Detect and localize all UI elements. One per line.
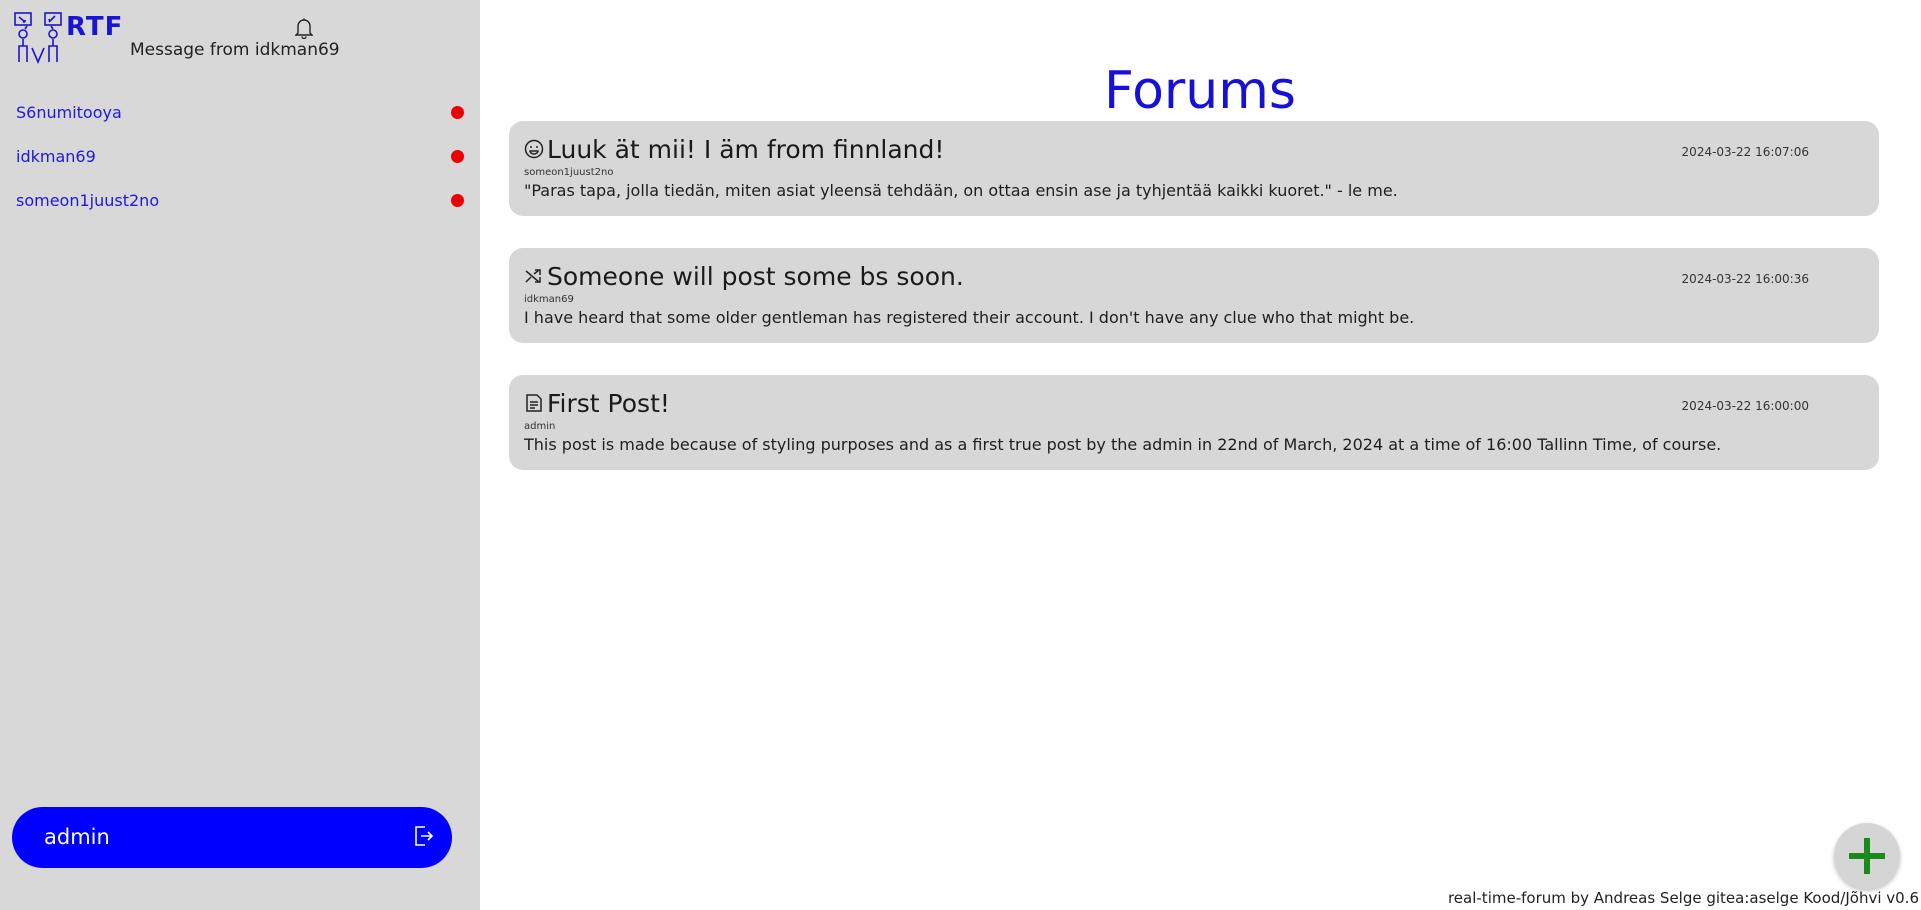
bell-icon[interactable] (295, 17, 313, 39)
post-title[interactable]: Someone will post some bs soon. (547, 262, 964, 291)
post-date: 2024-03-22 16:07:06 (1681, 145, 1809, 159)
main-content: Forums Luuk ät mii! I äm from finnland! … (480, 0, 1921, 910)
post-card[interactable]: First Post! 2024-03-22 16:00:00 admin Th… (509, 375, 1879, 470)
document-icon (526, 394, 542, 412)
page-title: Forums (1104, 60, 1296, 121)
shuffle-icon (525, 269, 541, 283)
account-button[interactable]: admin (12, 807, 452, 868)
unread-indicator (451, 105, 464, 119)
post-body: This post is made because of styling pur… (524, 435, 1722, 454)
add-post-button[interactable] (1834, 823, 1900, 889)
user-list-item[interactable]: someon1juust2no (0, 178, 480, 222)
brand[interactable] (14, 12, 66, 64)
post-author: idkman69 (524, 294, 574, 305)
user-list-item[interactable]: S6numitooya (0, 90, 480, 134)
notification-message[interactable]: Message from idkman69 (130, 40, 340, 60)
post-title[interactable]: Luuk ät mii! I äm from finnland! (547, 135, 944, 164)
user-list: S6numitooya idkman69 someon1juust2no (0, 90, 480, 222)
plus-icon (1849, 838, 1885, 874)
unread-indicator (451, 193, 464, 207)
user-name[interactable]: S6numitooya (16, 103, 122, 122)
user-name[interactable]: someon1juust2no (16, 191, 159, 210)
user-list-item[interactable]: idkman69 (0, 134, 480, 178)
post-date: 2024-03-22 16:00:00 (1681, 399, 1809, 413)
current-user-name: admin (44, 825, 110, 849)
smiley-icon (524, 139, 544, 159)
post-body: I have heard that some older gentleman h… (524, 308, 1415, 327)
post-author: someon1juust2no (524, 167, 614, 178)
footer: real-time-forum by Andreas Selge gitea:a… (1447, 889, 1919, 907)
post-card[interactable]: Luuk ät mii! I äm from finnland! 2024-03… (509, 121, 1879, 216)
forum-logo-icon (14, 12, 62, 64)
sidebar: RTF Message from idkman69 S6numitooya id… (0, 0, 480, 910)
post-author: admin (524, 421, 556, 432)
brand-name[interactable]: RTF (66, 12, 123, 42)
post-title[interactable]: First Post! (547, 389, 670, 418)
user-name[interactable]: idkman69 (16, 147, 96, 166)
post-date: 2024-03-22 16:00:36 (1681, 272, 1809, 286)
unread-indicator (451, 149, 464, 163)
logout-icon[interactable] (414, 825, 434, 847)
post-card[interactable]: Someone will post some bs soon. 2024-03-… (509, 248, 1879, 343)
post-body: "Paras tapa, jolla tiedän, miten asiat y… (524, 181, 1398, 200)
